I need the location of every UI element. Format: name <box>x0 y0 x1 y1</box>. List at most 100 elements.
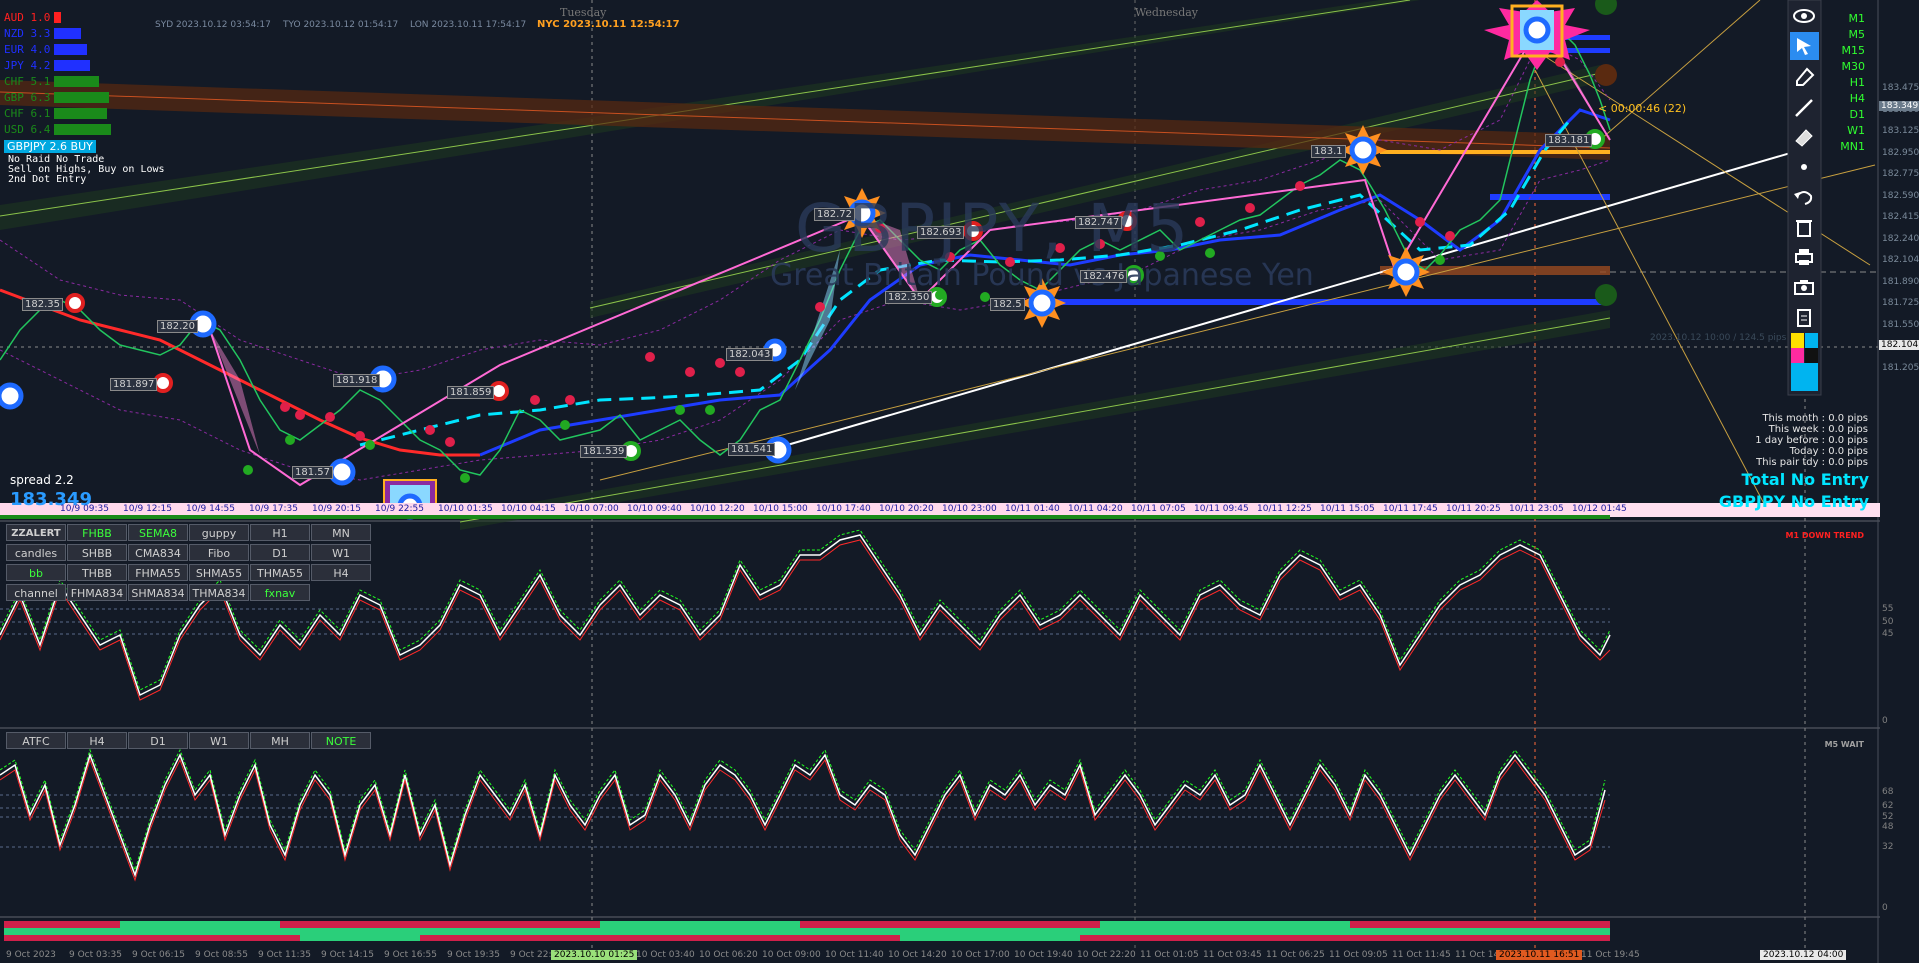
indicator-button-shma55[interactable]: SHMA55 <box>189 564 249 581</box>
time-strip-label: 10/11 23:05 <box>1509 504 1564 514</box>
price-label: 182.20 <box>157 320 198 333</box>
indicator-button-bb[interactable]: bb <box>6 564 66 581</box>
panel-button-atfc[interactable]: ATFC <box>6 732 66 749</box>
timeframe-h1[interactable]: H1 <box>1825 76 1865 89</box>
price-axis-label: 183.475 <box>1882 83 1919 93</box>
indicator-button-shbb[interactable]: SHBB <box>67 544 127 561</box>
osc2-level: 32 <box>1882 842 1894 852</box>
time-axis-label: 9 Oct 2023 <box>6 950 56 960</box>
timeframe-w1[interactable]: W1 <box>1825 124 1865 137</box>
currency-strength-label: USD 6.4 <box>4 123 51 136</box>
eye-icon[interactable] <box>1789 1 1819 31</box>
currency-strength-bar <box>54 124 111 135</box>
timeframe-m5[interactable]: M5 <box>1825 28 1866 41</box>
indicator-button-shma834[interactable]: SHMA834 <box>128 584 188 601</box>
indicator-button-fxnav[interactable]: fxnav <box>250 584 310 601</box>
panel-button-note[interactable]: NOTE <box>311 732 371 749</box>
printer-icon[interactable] <box>1789 242 1819 272</box>
timeframe-d1[interactable]: D1 <box>1825 108 1865 121</box>
indicator-button-mn[interactable]: MN <box>311 524 371 541</box>
time-strip-label: 10/10 17:40 <box>816 504 871 514</box>
panel-button-h4[interactable]: H4 <box>67 732 127 749</box>
signal-burst-core <box>1349 136 1377 164</box>
currency-strength-row: CHF 6.1 <box>4 107 124 120</box>
time-strip-label: 10/12 01:45 <box>1572 504 1627 514</box>
time-axis-label: 9 Oct 14:15 <box>321 950 374 960</box>
spread-label: spread 2.2 <box>10 473 74 487</box>
axis-crosshair-price: 182.104 <box>1879 340 1919 350</box>
indicator-button-cma834[interactable]: CMA834 <box>128 544 188 561</box>
indicator-button-fhma55[interactable]: FHMA55 <box>128 564 188 581</box>
indicator-button-candles[interactable]: candles <box>6 544 66 561</box>
time-strip-label: 10/10 12:20 <box>690 504 745 514</box>
time-axis-label: 10 Oct 14:20 <box>888 950 947 960</box>
time-strip-label: 10/9 20:15 <box>312 504 362 514</box>
indicator-button-fhbb[interactable]: FHBB <box>67 524 127 541</box>
time-axis-label: 9 Oct 19:35 <box>447 950 500 960</box>
indicator-button-sema8[interactable]: SEMA8 <box>128 524 188 541</box>
cursor-icon[interactable] <box>1789 31 1819 61</box>
time-axis-label: 11 Oct 03:45 <box>1203 950 1262 960</box>
session-tokyo: TYO 2023.10.12 01:54:17 <box>283 20 399 30</box>
currency-strength-bar <box>54 12 61 23</box>
chart-canvas[interactable] <box>0 0 1919 963</box>
clipboard-icon[interactable] <box>1789 302 1819 332</box>
currency-strength-bar <box>54 28 81 39</box>
ruler-icon[interactable] <box>1789 122 1819 152</box>
currency-strength-row: EUR 4.0 <box>4 43 124 56</box>
osc2-level: 48 <box>1882 822 1894 832</box>
undo-icon[interactable] <box>1789 182 1819 212</box>
indicator-button-fhma834[interactable]: FHMA834 <box>67 584 127 601</box>
currency-strength-bar <box>54 108 107 119</box>
time-axis-label: 10 Oct 09:00 <box>762 950 821 960</box>
indicator-button-h4[interactable]: H4 <box>311 564 371 581</box>
time-strip-label: 10/10 15:00 <box>753 504 808 514</box>
symbol-name-watermark: Great Britain Pound vs Japanese Yen <box>770 258 1314 293</box>
indicator-button-w1[interactable]: W1 <box>311 544 371 561</box>
time-axis-label: 11 Oct 06:25 <box>1266 950 1325 960</box>
timeframe-m15[interactable]: M15 <box>1825 44 1866 57</box>
timeframe-m30[interactable]: M30 <box>1825 60 1866 73</box>
osc2-level: 68 <box>1882 787 1894 797</box>
palette-icon[interactable] <box>1789 333 1819 391</box>
trading-chart-window: SYD 2023.10.12 03:54:17 TYO 2023.10.12 0… <box>0 0 1919 963</box>
indicator-button-fibo[interactable]: Fibo <box>189 544 249 561</box>
indicator-button-thma55[interactable]: THMA55 <box>250 564 310 581</box>
camera-icon[interactable] <box>1789 272 1819 302</box>
time-axis-label: 9 Oct 08:55 <box>195 950 248 960</box>
eraser-icon[interactable] <box>1789 62 1819 92</box>
stat-this-month: This month : 0.0 pips <box>1762 413 1868 424</box>
time-axis-label: 11 Oct 01:05 <box>1140 950 1199 960</box>
m15-marker <box>1595 284 1617 306</box>
zone-orange <box>1380 150 1610 154</box>
price-axis-label: 182.590 <box>1882 190 1919 201</box>
indicator-button-thma834[interactable]: THMA834 <box>189 584 249 601</box>
time-strip-label: 10/9 22:55 <box>375 504 425 514</box>
indicator-button-d1[interactable]: D1 <box>250 544 310 561</box>
indicator-button-h1[interactable]: H1 <box>250 524 310 541</box>
price-axis-label: 181.725 <box>1882 298 1919 308</box>
dot-icon[interactable] <box>1789 152 1819 182</box>
time-axis-label: 9 Oct 03:35 <box>69 950 122 960</box>
price-axis-label: 182.240 <box>1882 233 1919 244</box>
panel-button-mh[interactable]: MH <box>250 732 310 749</box>
price-axis-label: 182.950 <box>1882 147 1919 158</box>
price-axis-label: 182.415 <box>1882 212 1919 222</box>
indicator-button-thbb[interactable]: THBB <box>67 564 127 581</box>
panel-button-w1[interactable]: W1 <box>189 732 249 749</box>
timeframe-m1[interactable]: M1 <box>1825 12 1866 25</box>
line-icon[interactable] <box>1789 93 1819 123</box>
indicator-button-channel[interactable]: channel <box>6 584 66 601</box>
indicator-button-zzalert[interactable]: ZZALERT <box>6 524 66 541</box>
timeframe-mn1[interactable]: MN1 <box>1825 140 1865 153</box>
currency-strength-row: JPY 4.2 <box>4 59 124 72</box>
panel-button-d1[interactable]: D1 <box>128 732 188 749</box>
day-label-wednesday: Wednesday <box>1135 6 1199 19</box>
currency-strength-row: GBP 6.3 <box>4 91 124 104</box>
indicator-button-guppy[interactable]: guppy <box>189 524 249 541</box>
timeframe-h4[interactable]: H4 <box>1825 92 1865 105</box>
m1-trend-label: M1 DOWN TREND <box>1785 531 1864 540</box>
currency-strength-label: EUR 4.0 <box>4 43 51 56</box>
trash-icon[interactable] <box>1789 212 1819 242</box>
currency-strength-row: NZD 3.3 <box>4 27 124 40</box>
